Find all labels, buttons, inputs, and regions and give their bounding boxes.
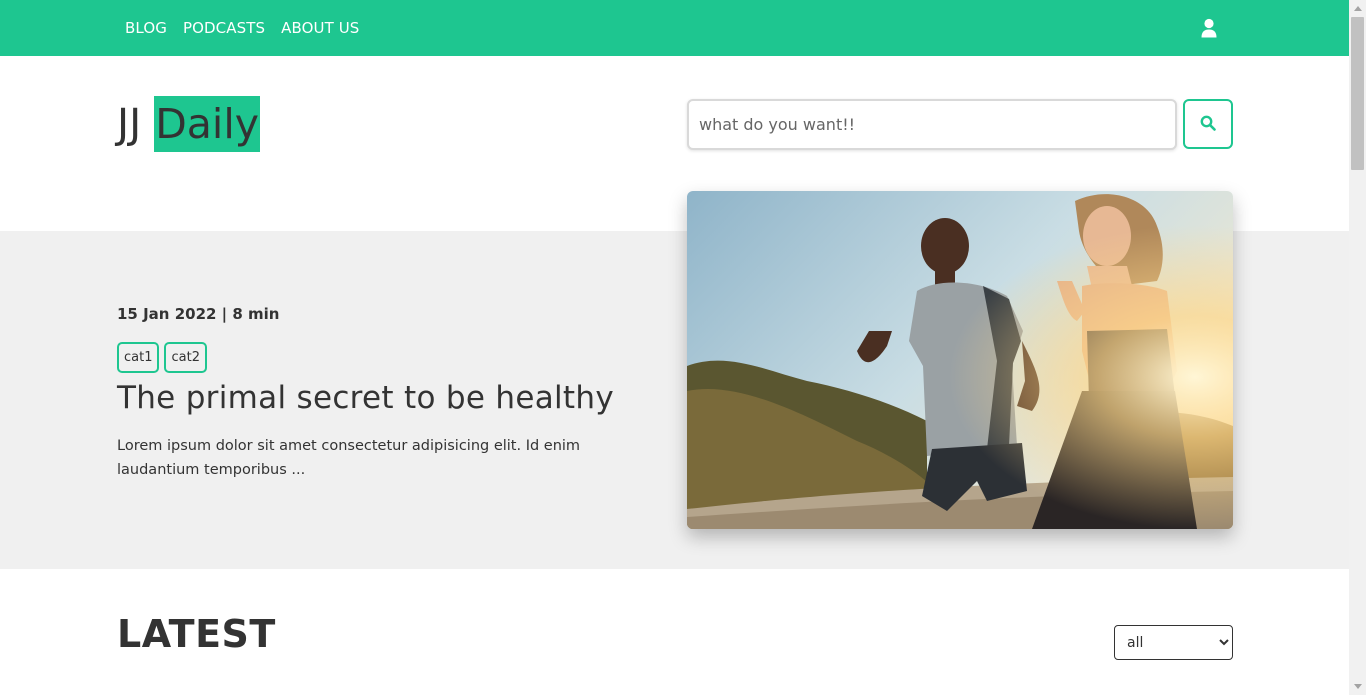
featured-tags: cat1 cat2 (117, 342, 207, 373)
search-icon (1200, 115, 1216, 134)
nav-links: BLOG PODCASTS ABOUT US (125, 0, 359, 56)
nav-link-blog[interactable]: BLOG (125, 19, 167, 37)
scroll-down-icon[interactable] (1349, 678, 1366, 695)
user-icon[interactable] (1200, 18, 1218, 38)
logo-text-primary: JJ (117, 100, 142, 148)
tag-cat2[interactable]: cat2 (164, 342, 207, 373)
page: BLOG PODCASTS ABOUT US JJ Daily 15 Jan 2… (0, 0, 1349, 695)
tag-cat1[interactable]: cat1 (117, 342, 160, 373)
featured-meta: 15 Jan 2022 | 8 min (117, 305, 280, 323)
page-scrollbar[interactable] (1349, 0, 1366, 695)
nav-link-podcasts[interactable]: PODCASTS (183, 19, 265, 37)
latest-heading: LATEST (117, 612, 276, 656)
search-input[interactable] (687, 99, 1177, 150)
logo-text-highlight: Daily (154, 96, 260, 152)
featured-image[interactable] (687, 191, 1233, 529)
featured-title[interactable]: The primal secret to be healthy (117, 380, 614, 416)
scroll-thumb[interactable] (1351, 17, 1364, 170)
category-filter-select[interactable]: all (1114, 625, 1233, 660)
top-nav: BLOG PODCASTS ABOUT US (0, 0, 1349, 56)
nav-link-about-us[interactable]: ABOUT US (281, 19, 359, 37)
featured-excerpt: Lorem ipsum dolor sit amet consectetur a… (117, 438, 581, 478)
search-button[interactable] (1183, 99, 1233, 149)
scroll-up-icon[interactable] (1349, 0, 1366, 17)
site-logo[interactable]: JJ Daily (117, 96, 260, 152)
